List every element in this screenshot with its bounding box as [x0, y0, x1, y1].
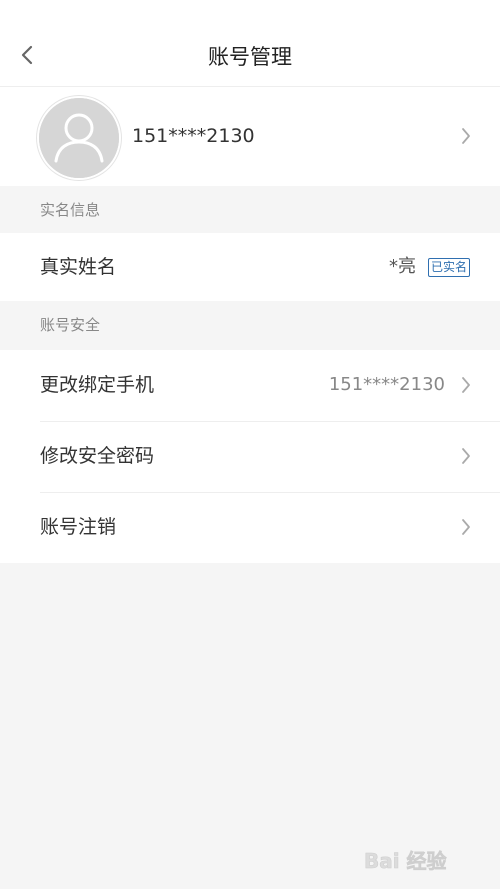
change-bound-phone-label: 更改绑定手机 [40, 374, 155, 396]
section-header-security: 账号安全 [0, 301, 500, 348]
real-name-value: *亮 [389, 256, 416, 277]
chevron-right-icon [460, 375, 472, 395]
account-phone: 151****2130 [132, 125, 255, 147]
section-header-realname: 实名信息 [0, 186, 500, 233]
profile-row[interactable]: 151****2130 [0, 87, 500, 186]
account-cancellation-label: 账号注销 [40, 516, 117, 538]
bound-phone-value: 151****2130 [328, 374, 445, 395]
real-name-row[interactable]: 真实姓名 *亮 已实名 [0, 233, 500, 301]
chevron-right-icon [460, 446, 472, 466]
change-security-password-row[interactable]: 修改安全密码 [0, 421, 500, 492]
top-navigation-bar: 账号管理 [0, 0, 500, 87]
section-title: 账号安全 [40, 316, 101, 334]
change-bound-phone-row[interactable]: 更改绑定手机 151****2130 [0, 350, 500, 421]
realname-group: 真实姓名 *亮 已实名 [0, 233, 500, 301]
section-title: 实名信息 [40, 201, 101, 219]
account-management-page: 账号管理 151****2130 实名信息 真实姓名 *亮 已实名 账号安全 更… [0, 0, 500, 889]
watermark-text: Bai 经验 [364, 849, 447, 873]
real-name-label: 真实姓名 [40, 256, 117, 278]
page-title: 账号管理 [208, 45, 292, 69]
user-avatar-icon [39, 98, 119, 178]
chevron-right-icon [460, 517, 472, 537]
change-security-password-label: 修改安全密码 [40, 445, 155, 467]
baidu-jingyan-watermark: Bai 经验 [362, 843, 482, 877]
verified-badge: 已实名 [427, 258, 470, 277]
account-cancellation-row[interactable]: 账号注销 [0, 492, 500, 563]
chevron-right-icon [460, 126, 472, 146]
security-group: 更改绑定手机 151****2130 修改安全密码 账号注销 [0, 350, 500, 563]
